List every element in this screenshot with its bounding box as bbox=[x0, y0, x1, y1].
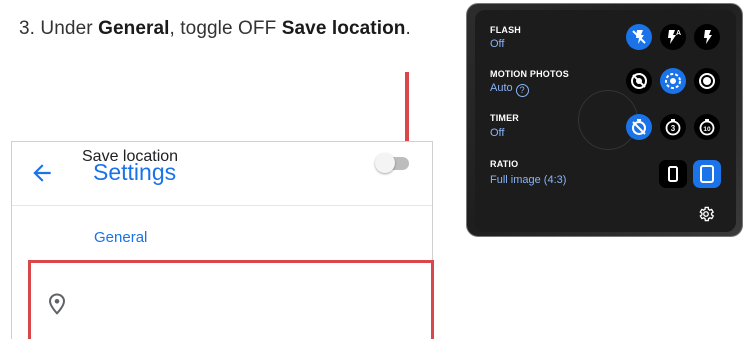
save-location-label: Save location bbox=[82, 148, 179, 165]
help-icon[interactable]: ? bbox=[515, 84, 529, 97]
timer-10s-icon: 10 bbox=[699, 119, 715, 136]
instruction-end: . bbox=[405, 18, 411, 39]
motion-on-icon bbox=[699, 73, 715, 89]
flash-value: Off bbox=[490, 38, 505, 50]
motion-photos-value: Auto? bbox=[490, 82, 529, 97]
timer-label: TIMER bbox=[490, 113, 519, 123]
instruction-target: Save location bbox=[281, 18, 406, 39]
timer-off-icon bbox=[632, 119, 646, 135]
motion-on-button[interactable] bbox=[694, 68, 720, 94]
timer-3s-label: 3 bbox=[671, 124, 676, 133]
gear-icon[interactable] bbox=[697, 205, 715, 223]
flash-auto-icon: A bbox=[668, 30, 681, 44]
svg-text:A: A bbox=[676, 30, 681, 37]
timer-10s-button[interactable]: 10 bbox=[694, 114, 720, 140]
back-arrow-icon[interactable] bbox=[29, 160, 55, 186]
flash-auto-button[interactable]: A bbox=[660, 24, 686, 50]
ratio-full-button[interactable] bbox=[693, 160, 721, 188]
section-header-general: General bbox=[94, 229, 148, 246]
instruction-middle: , toggle OFF bbox=[169, 18, 282, 39]
flash-label: FLASH bbox=[490, 25, 521, 35]
ratio-label: RATIO bbox=[490, 159, 519, 169]
motion-photos-label: MOTION PHOTOS bbox=[490, 69, 569, 79]
flash-off-icon bbox=[632, 30, 646, 44]
motion-auto-icon bbox=[665, 73, 681, 89]
instruction-section: General bbox=[98, 18, 170, 39]
save-location-row[interactable] bbox=[12, 257, 432, 339]
timer-10s-label: 10 bbox=[703, 126, 711, 133]
settings-header: Settings bbox=[12, 142, 432, 206]
flash-off-button[interactable] bbox=[626, 24, 652, 50]
motion-off-button[interactable] bbox=[626, 68, 652, 94]
settings-panel: Settings General bbox=[11, 141, 433, 339]
ratio-narrow-icon bbox=[668, 166, 678, 182]
toggle-knob bbox=[375, 153, 395, 173]
timer-value: Off bbox=[490, 127, 505, 139]
ratio-full-icon bbox=[700, 165, 714, 183]
motion-auto-button[interactable] bbox=[660, 68, 686, 94]
instruction-step: 3. Under bbox=[19, 18, 99, 39]
motion-off-icon bbox=[631, 73, 647, 89]
ratio-narrow-button[interactable] bbox=[659, 160, 687, 188]
timer-3s-icon: 3 bbox=[665, 119, 681, 136]
save-location-toggle[interactable] bbox=[375, 153, 411, 173]
instruction-text: 3. Under General, toggle OFF Save locati… bbox=[19, 18, 411, 40]
timer-off-button[interactable] bbox=[626, 114, 652, 140]
timer-3s-button[interactable]: 3 bbox=[660, 114, 686, 140]
flash-on-icon bbox=[704, 30, 712, 44]
flash-on-button[interactable] bbox=[694, 24, 720, 50]
ratio-value: Full image (4:3) bbox=[490, 174, 567, 186]
motion-photos-value-text: Auto bbox=[490, 82, 513, 94]
location-pin-icon bbox=[48, 293, 66, 315]
